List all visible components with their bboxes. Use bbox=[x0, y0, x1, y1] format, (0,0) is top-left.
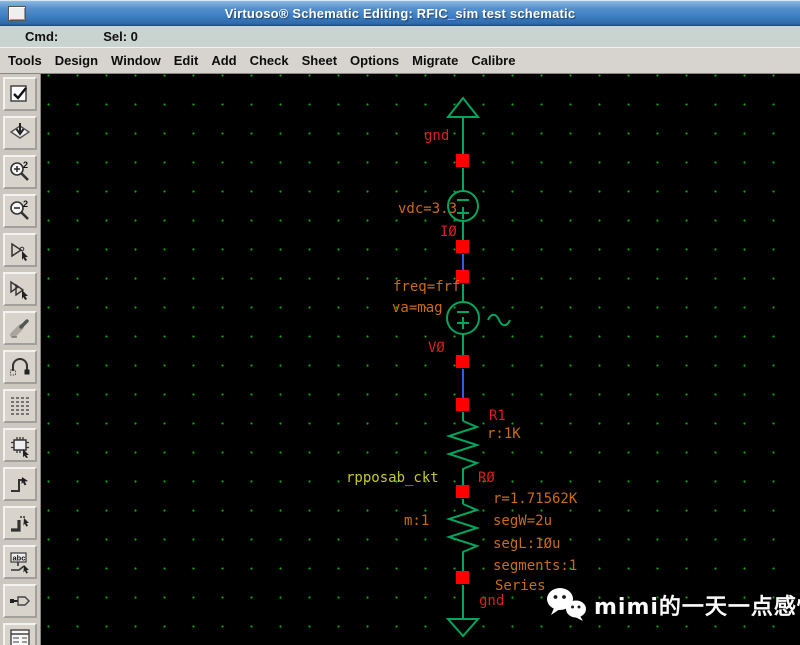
statusbar: Cmd: Sel: 0 bbox=[0, 26, 800, 48]
label-gnd-top[interactable]: gnd bbox=[424, 129, 449, 144]
label-vsin-freq[interactable]: freq=frf bbox=[393, 280, 460, 295]
wire-name-button[interactable]: abc bbox=[3, 545, 37, 579]
label-r0-segments[interactable]: segments:1 bbox=[493, 559, 577, 574]
pin-marker[interactable] bbox=[456, 398, 469, 411]
pin-marker[interactable] bbox=[456, 485, 469, 498]
sine-wave-icon bbox=[487, 313, 511, 327]
save-icon bbox=[9, 123, 31, 139]
pin-marker[interactable] bbox=[456, 571, 469, 584]
menu-sheet[interactable]: Sheet bbox=[302, 53, 337, 68]
sel-count: Sel: 0 bbox=[103, 29, 138, 44]
eraser-icon bbox=[10, 319, 29, 338]
menu-check[interactable]: Check bbox=[250, 53, 289, 68]
svg-text:2: 2 bbox=[23, 199, 28, 209]
wire-narrow-button[interactable] bbox=[3, 467, 37, 501]
undo-arc-icon bbox=[10, 358, 30, 376]
chip-icon bbox=[11, 437, 29, 458]
resistor-r1-symbol[interactable] bbox=[445, 412, 481, 485]
gnd-symbol-top[interactable] bbox=[445, 96, 481, 154]
gnd-symbol-bottom[interactable] bbox=[445, 585, 481, 638]
window-title: Virtuoso® Schematic Editing: RFIC_sim te… bbox=[224, 6, 576, 21]
wire-narrow-icon bbox=[11, 477, 28, 492]
menu-tools[interactable]: Tools bbox=[8, 53, 42, 68]
menu-options[interactable]: Options bbox=[350, 53, 399, 68]
watermark: mimi的一天一点感悟 bbox=[546, 587, 800, 623]
check-mark-icon bbox=[10, 85, 27, 102]
label-gnd-bottom[interactable]: gnd bbox=[479, 594, 504, 609]
stretch-icon bbox=[11, 242, 28, 261]
check-and-save-button[interactable] bbox=[3, 77, 37, 111]
label-r0-segw[interactable]: segW=2u bbox=[493, 514, 552, 529]
copy-button[interactable] bbox=[3, 272, 37, 306]
label-r0-r[interactable]: r=1.71562K bbox=[493, 492, 577, 507]
menu-calibre[interactable]: Calibre bbox=[471, 53, 515, 68]
watermark-text: mimi的一天一点感悟 bbox=[594, 595, 800, 620]
menu-edit[interactable]: Edit bbox=[174, 53, 199, 68]
instance-button[interactable] bbox=[3, 428, 37, 462]
copy-icon bbox=[10, 280, 28, 300]
label-r0-instance[interactable]: RØ bbox=[478, 471, 495, 486]
label-r0-m[interactable]: m:1 bbox=[404, 514, 429, 529]
virtuoso-window: Virtuoso® Schematic Editing: RFIC_sim te… bbox=[0, 0, 800, 645]
label-subckt-name[interactable]: rpposab_ckt bbox=[346, 471, 439, 486]
pin-marker[interactable] bbox=[456, 154, 469, 167]
menu-window[interactable]: Window bbox=[111, 53, 161, 68]
pin-marker[interactable] bbox=[456, 240, 469, 253]
menu-design[interactable]: Design bbox=[55, 53, 98, 68]
property-sheet-icon bbox=[11, 397, 29, 415]
toolbar: 2 2 abc bbox=[0, 74, 41, 645]
label-vsin-va[interactable]: va=mag bbox=[392, 301, 443, 316]
label-r0-series[interactable]: Series bbox=[495, 579, 546, 594]
pin-marker[interactable] bbox=[456, 355, 469, 368]
form-icon bbox=[10, 629, 30, 645]
label-r0-segl[interactable]: segL:1Øu bbox=[493, 537, 560, 552]
label-vdc-param[interactable]: vdc=3.3 bbox=[398, 202, 457, 217]
wire-wide-button[interactable] bbox=[3, 506, 37, 540]
pin-button[interactable] bbox=[3, 584, 37, 618]
zoom-in-2x-button[interactable]: 2 bbox=[3, 155, 37, 189]
svg-text:abc: abc bbox=[13, 554, 26, 563]
titlebar: Virtuoso® Schematic Editing: RFIC_sim te… bbox=[0, 0, 800, 26]
cmd-options-button[interactable] bbox=[3, 623, 37, 645]
wire-wide-icon bbox=[11, 516, 29, 532]
zoom-in-icon: 2 bbox=[10, 160, 29, 181]
save-button[interactable] bbox=[3, 116, 37, 150]
menu-migrate[interactable]: Migrate bbox=[412, 53, 458, 68]
menu-add[interactable]: Add bbox=[211, 53, 236, 68]
undo-button[interactable] bbox=[3, 350, 37, 384]
label-vsin-instance[interactable]: VØ bbox=[428, 341, 445, 356]
stretch-button[interactable] bbox=[3, 233, 37, 267]
window-menu-button[interactable] bbox=[8, 6, 26, 21]
schematic-canvas[interactable]: gnd vdc=3.3 IØ freq=frf va=mag VØ R1 r:1… bbox=[41, 74, 800, 645]
delete-button[interactable] bbox=[3, 311, 37, 345]
cmd-label: Cmd: bbox=[25, 29, 59, 44]
label-r1-value[interactable]: r:1K bbox=[487, 427, 521, 442]
menubar: Tools Design Window Edit Add Check Sheet… bbox=[0, 48, 800, 74]
pin-icon bbox=[10, 596, 30, 606]
svg-text:2: 2 bbox=[23, 160, 28, 170]
label-r1-instance[interactable]: R1 bbox=[489, 409, 506, 424]
schematic-drawing bbox=[445, 96, 511, 638]
label-vdc-instance[interactable]: IØ bbox=[440, 225, 457, 240]
zoom-out-2x-button[interactable]: 2 bbox=[3, 194, 37, 228]
zoom-out-icon: 2 bbox=[10, 199, 29, 220]
property-button[interactable] bbox=[3, 389, 37, 423]
wire-name-abc-icon: abc bbox=[10, 552, 29, 574]
resistor-r0-symbol[interactable] bbox=[445, 499, 481, 571]
wechat-icon bbox=[547, 588, 586, 621]
